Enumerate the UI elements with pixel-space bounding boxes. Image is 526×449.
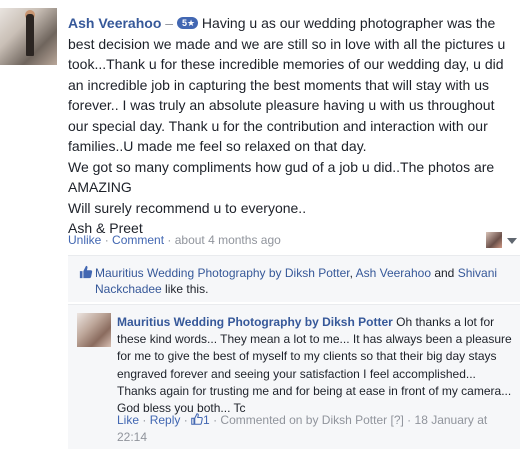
review-text-continued: We got so many compliments how gud of a … — [68, 158, 495, 237]
viewer-avatar-thumbnail — [486, 232, 502, 248]
like-reply-link[interactable]: Like — [117, 413, 139, 427]
unlike-link[interactable]: Unlike — [68, 233, 101, 247]
likes-suffix-text: like this. — [161, 282, 209, 296]
help-link[interactable]: [?] — [387, 413, 403, 427]
separator: · — [164, 233, 175, 247]
separator: · — [180, 413, 192, 427]
author-dash: – — [165, 15, 174, 31]
reply-like-count[interactable]: 1 — [203, 413, 210, 427]
separator: · — [139, 413, 150, 427]
comment-link[interactable]: Comment — [112, 233, 164, 247]
review-post: Ash Veerahoo – 5★ Having u as our weddin… — [68, 13, 518, 239]
review-actions: Unlike · Comment · about 4 months ago — [68, 233, 281, 247]
separator: · — [101, 233, 113, 247]
review-text: Having u as our wedding photographer was… — [68, 15, 506, 154]
liker-user-link[interactable]: Ash Veerahoo — [356, 266, 431, 280]
separator: · — [209, 413, 221, 427]
page-reply-comment: Mauritius Wedding Photography by Diksh P… — [68, 304, 520, 449]
reviewer-avatar[interactable] — [0, 8, 57, 65]
reply-text: Mauritius Wedding Photography by Diksh P… — [117, 314, 515, 417]
page-avatar[interactable] — [77, 313, 111, 347]
reply-body: Oh thanks a lot for these kind words... … — [117, 315, 512, 416]
reply-link[interactable]: Reply — [150, 413, 181, 427]
review-timestamp[interactable]: about 4 months ago — [175, 233, 281, 247]
reply-author-link[interactable]: Mauritius Wedding Photography by Diksh P… — [117, 315, 393, 329]
thumbs-up-icon — [191, 413, 203, 425]
reply-actions: Like · Reply · 1 · Commented on by Diksh… — [117, 412, 515, 446]
options-caret-icon[interactable] — [507, 238, 517, 244]
rating-badge: 5★ — [176, 17, 199, 29]
likes-panel: Mauritius Wedding Photography by Diksh P… — [68, 255, 520, 302]
likes-and-text: and — [431, 266, 458, 280]
likes-summary: Mauritius Wedding Photography by Diksh P… — [95, 265, 515, 297]
like-thumb-icon — [79, 265, 93, 279]
liker-page-link[interactable]: Mauritius Wedding Photography by Diksh P… — [95, 266, 350, 280]
commented-by-text: Commented on by Diksh Potter — [220, 413, 388, 427]
review-author-link[interactable]: Ash Veerahoo — [68, 15, 161, 31]
separator: · — [403, 413, 415, 427]
